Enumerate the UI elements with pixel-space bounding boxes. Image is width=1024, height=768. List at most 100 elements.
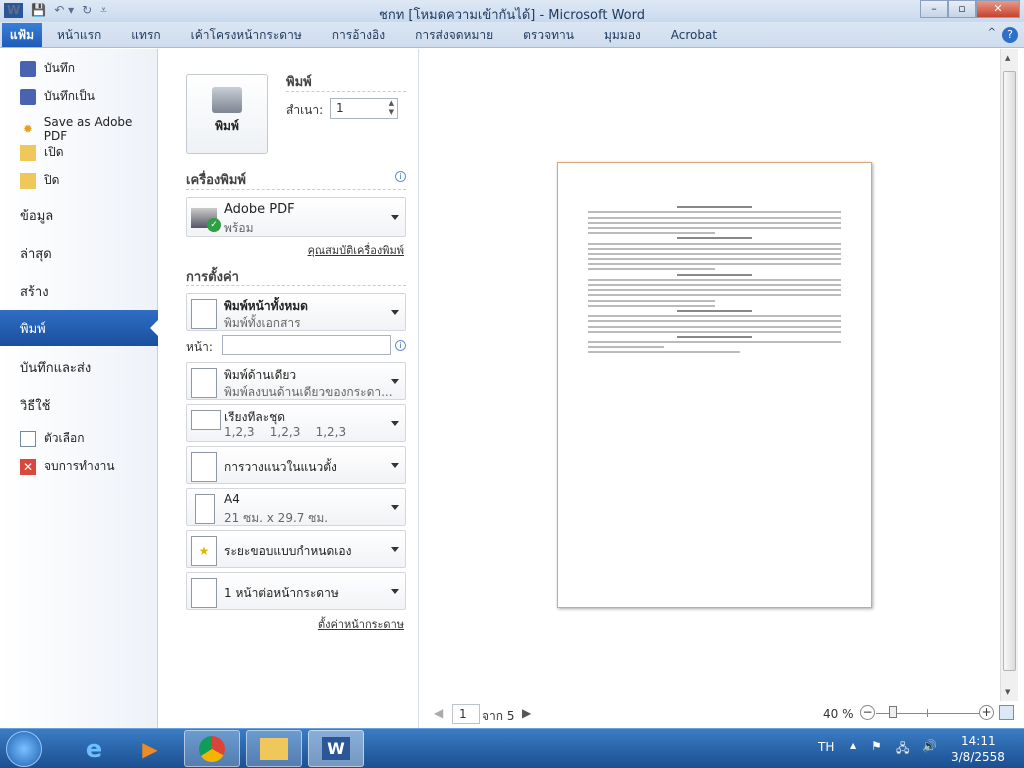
sidebar-item-save-and-send[interactable]: บันทึกและส่ง: [0, 357, 158, 377]
vertical-scrollbar[interactable]: ▲ ▼: [1000, 49, 1018, 701]
tab-mailings[interactable]: การส่งจดหมาย: [400, 23, 508, 47]
preview-text-line: [676, 237, 753, 240]
preview-text-line: [588, 320, 841, 323]
minimize-button[interactable]: –: [920, 0, 948, 18]
sidebar-item-options[interactable]: ตัวเลือก: [0, 429, 158, 448]
zoom-slider-thumb[interactable]: [889, 706, 898, 718]
zoom-in-icon[interactable]: +: [979, 705, 994, 720]
info-icon[interactable]: i: [395, 340, 406, 351]
preview-text-line: [588, 226, 841, 229]
print-settings-panel: พิมพ์ พิมพ์ สำเนา: 1 ▲ ▼ เครื่องพิมพ์ i ✓ …: [159, 49, 419, 728]
paper-icon: [195, 494, 215, 524]
taskbar-internet-explorer[interactable]: e: [66, 730, 122, 767]
maximize-button[interactable]: ▫: [948, 0, 976, 18]
pages-input[interactable]: [222, 335, 391, 355]
preview-text-line: [588, 278, 841, 281]
preview-text-line: [588, 284, 841, 286]
word-icon: W: [322, 737, 350, 760]
tab-acrobat[interactable]: Acrobat: [656, 23, 732, 47]
scroll-up-icon[interactable]: ▲: [1005, 54, 1010, 62]
sides-dropdown[interactable]: พิมพ์ด้านเดียว พิมพ์ลงบนด้านเดียวของกระด…: [186, 362, 406, 400]
sidebar-item-print[interactable]: พิมพ์: [0, 310, 159, 346]
chevron-down-icon: [391, 379, 399, 388]
sidebar-item-save-as[interactable]: บันทึกเป็น: [0, 87, 158, 106]
sidebar-item-close[interactable]: ปิด: [0, 171, 158, 190]
sidebar-item-open[interactable]: เปิด: [0, 143, 158, 162]
taskbar-media-player[interactable]: ▶: [122, 730, 178, 767]
chrome-icon: [199, 735, 225, 762]
collated-icon: [191, 410, 221, 430]
zoom-level[interactable]: 40 %: [823, 707, 854, 721]
help-icon[interactable]: ?: [1002, 27, 1018, 43]
scroll-down-icon[interactable]: ▼: [1005, 688, 1010, 696]
preview-text-line: [588, 263, 841, 266]
preview-text-line: [676, 335, 753, 338]
tab-view[interactable]: มุมมอง: [589, 23, 656, 47]
one-sided-icon: [191, 368, 217, 398]
margins-star-icon: ★: [191, 536, 217, 566]
tab-home[interactable]: หน้าแรก: [42, 23, 116, 47]
taskbar-explorer[interactable]: [246, 730, 302, 767]
chevron-down-icon: [391, 310, 399, 319]
network-icon[interactable]: 🖧: [896, 739, 909, 760]
printer-icon: [212, 87, 242, 113]
sidebar-item-help[interactable]: วิธีใช้: [0, 395, 158, 415]
ready-check-icon: ✓: [207, 218, 221, 232]
next-page-icon[interactable]: ▶: [522, 706, 531, 720]
action-center-flag-icon[interactable]: ⚑: [871, 739, 882, 753]
clock-time[interactable]: 14:11: [961, 734, 996, 748]
page-setup-link[interactable]: ตั้งค่าหน้ากระดาษ: [318, 615, 404, 633]
info-icon[interactable]: i: [395, 171, 406, 182]
taskbar: e ▶ W TH ▲ ⚑ 🖧 🔊 14:11 3/8/2558: [0, 728, 1024, 768]
sidebar-item-exit[interactable]: ✕ จบการทำงาน: [0, 457, 158, 476]
zoom-to-page-icon[interactable]: [999, 705, 1014, 720]
paper-size-dropdown[interactable]: A4 21 ซม. x 29.7 ซม.: [186, 488, 406, 526]
preview-text-line: [588, 247, 841, 250]
previous-page-icon[interactable]: ◀: [434, 706, 443, 720]
taskbar-chrome[interactable]: [184, 730, 240, 767]
page-count: จาก 5: [482, 709, 515, 723]
preview-navigation: ◀ 1 จาก 5 ▶ 40 % − +: [420, 701, 1024, 728]
printer-dropdown[interactable]: ✓ Adobe PDF พร้อม: [186, 197, 406, 237]
tab-file[interactable]: แฟ้ม: [2, 23, 42, 47]
preview-text-line: [588, 346, 664, 349]
sidebar-item-save[interactable]: บันทึก: [0, 59, 158, 78]
tab-review[interactable]: ตรวจทาน: [508, 23, 589, 47]
save-as-icon: [20, 88, 36, 105]
chevron-down-icon: [391, 505, 399, 514]
language-indicator[interactable]: TH: [818, 740, 834, 754]
folder-icon: [260, 737, 288, 760]
pages-per-sheet-dropdown[interactable]: 1 หน้าต่อหน้ากระดาษ: [186, 572, 406, 610]
taskbar-word[interactable]: W: [308, 730, 364, 767]
zoom-out-icon[interactable]: −: [860, 705, 875, 720]
stepper-arrows-icon[interactable]: ▲ ▼: [389, 99, 394, 117]
collation-dropdown[interactable]: เรียงทีละชุด 1,2,3 1,2,3 1,2,3: [186, 404, 406, 442]
tab-page-layout[interactable]: เค้าโครงหน้ากระดาษ: [176, 23, 317, 47]
copies-stepper[interactable]: 1 ▲ ▼: [330, 98, 398, 119]
copies-label: สำเนา:: [286, 103, 324, 117]
sidebar-item-save-as-pdf[interactable]: ✹ Save as Adobe PDF: [0, 115, 158, 143]
minimize-ribbon-icon[interactable]: ^: [988, 27, 996, 38]
preview-text-line: [588, 252, 841, 255]
clock-date[interactable]: 3/8/2558: [951, 750, 1005, 764]
scroll-thumb[interactable]: [1003, 71, 1016, 671]
sidebar-item-new[interactable]: สร้าง: [0, 281, 158, 301]
preview-page: [557, 162, 872, 608]
tab-references[interactable]: การอ้างอิง: [317, 23, 400, 47]
sidebar-item-recent[interactable]: ล่าสุด: [0, 243, 158, 263]
print-range-dropdown[interactable]: พิมพ์หน้าทั้งหมด พิมพ์ทั้งเอกสาร: [186, 293, 406, 331]
show-hidden-icons[interactable]: ▲: [850, 741, 856, 750]
preview-text-line: [588, 304, 715, 307]
volume-icon[interactable]: 🔊: [922, 739, 937, 753]
tab-insert[interactable]: แทรก: [116, 23, 175, 47]
start-button[interactable]: [6, 731, 42, 767]
print-button[interactable]: พิมพ์: [186, 74, 268, 154]
title-bar: W 💾 ↶ ▾ ↻ ⩡ ชกท [โหมดความเข้ากันได้] - M…: [0, 0, 1024, 23]
sidebar-item-info[interactable]: ข้อมูล: [0, 205, 158, 225]
chevron-down-icon: [391, 547, 399, 556]
margins-dropdown[interactable]: ★ ระยะขอบแบบกำหนดเอง: [186, 530, 406, 568]
close-button[interactable]: ✕: [976, 0, 1020, 18]
orientation-dropdown[interactable]: การวางแนวในแนวตั้ง: [186, 446, 406, 484]
page-number-input[interactable]: 1: [452, 704, 480, 724]
printer-properties-link[interactable]: คุณสมบัติเครื่องพิมพ์: [308, 241, 404, 259]
